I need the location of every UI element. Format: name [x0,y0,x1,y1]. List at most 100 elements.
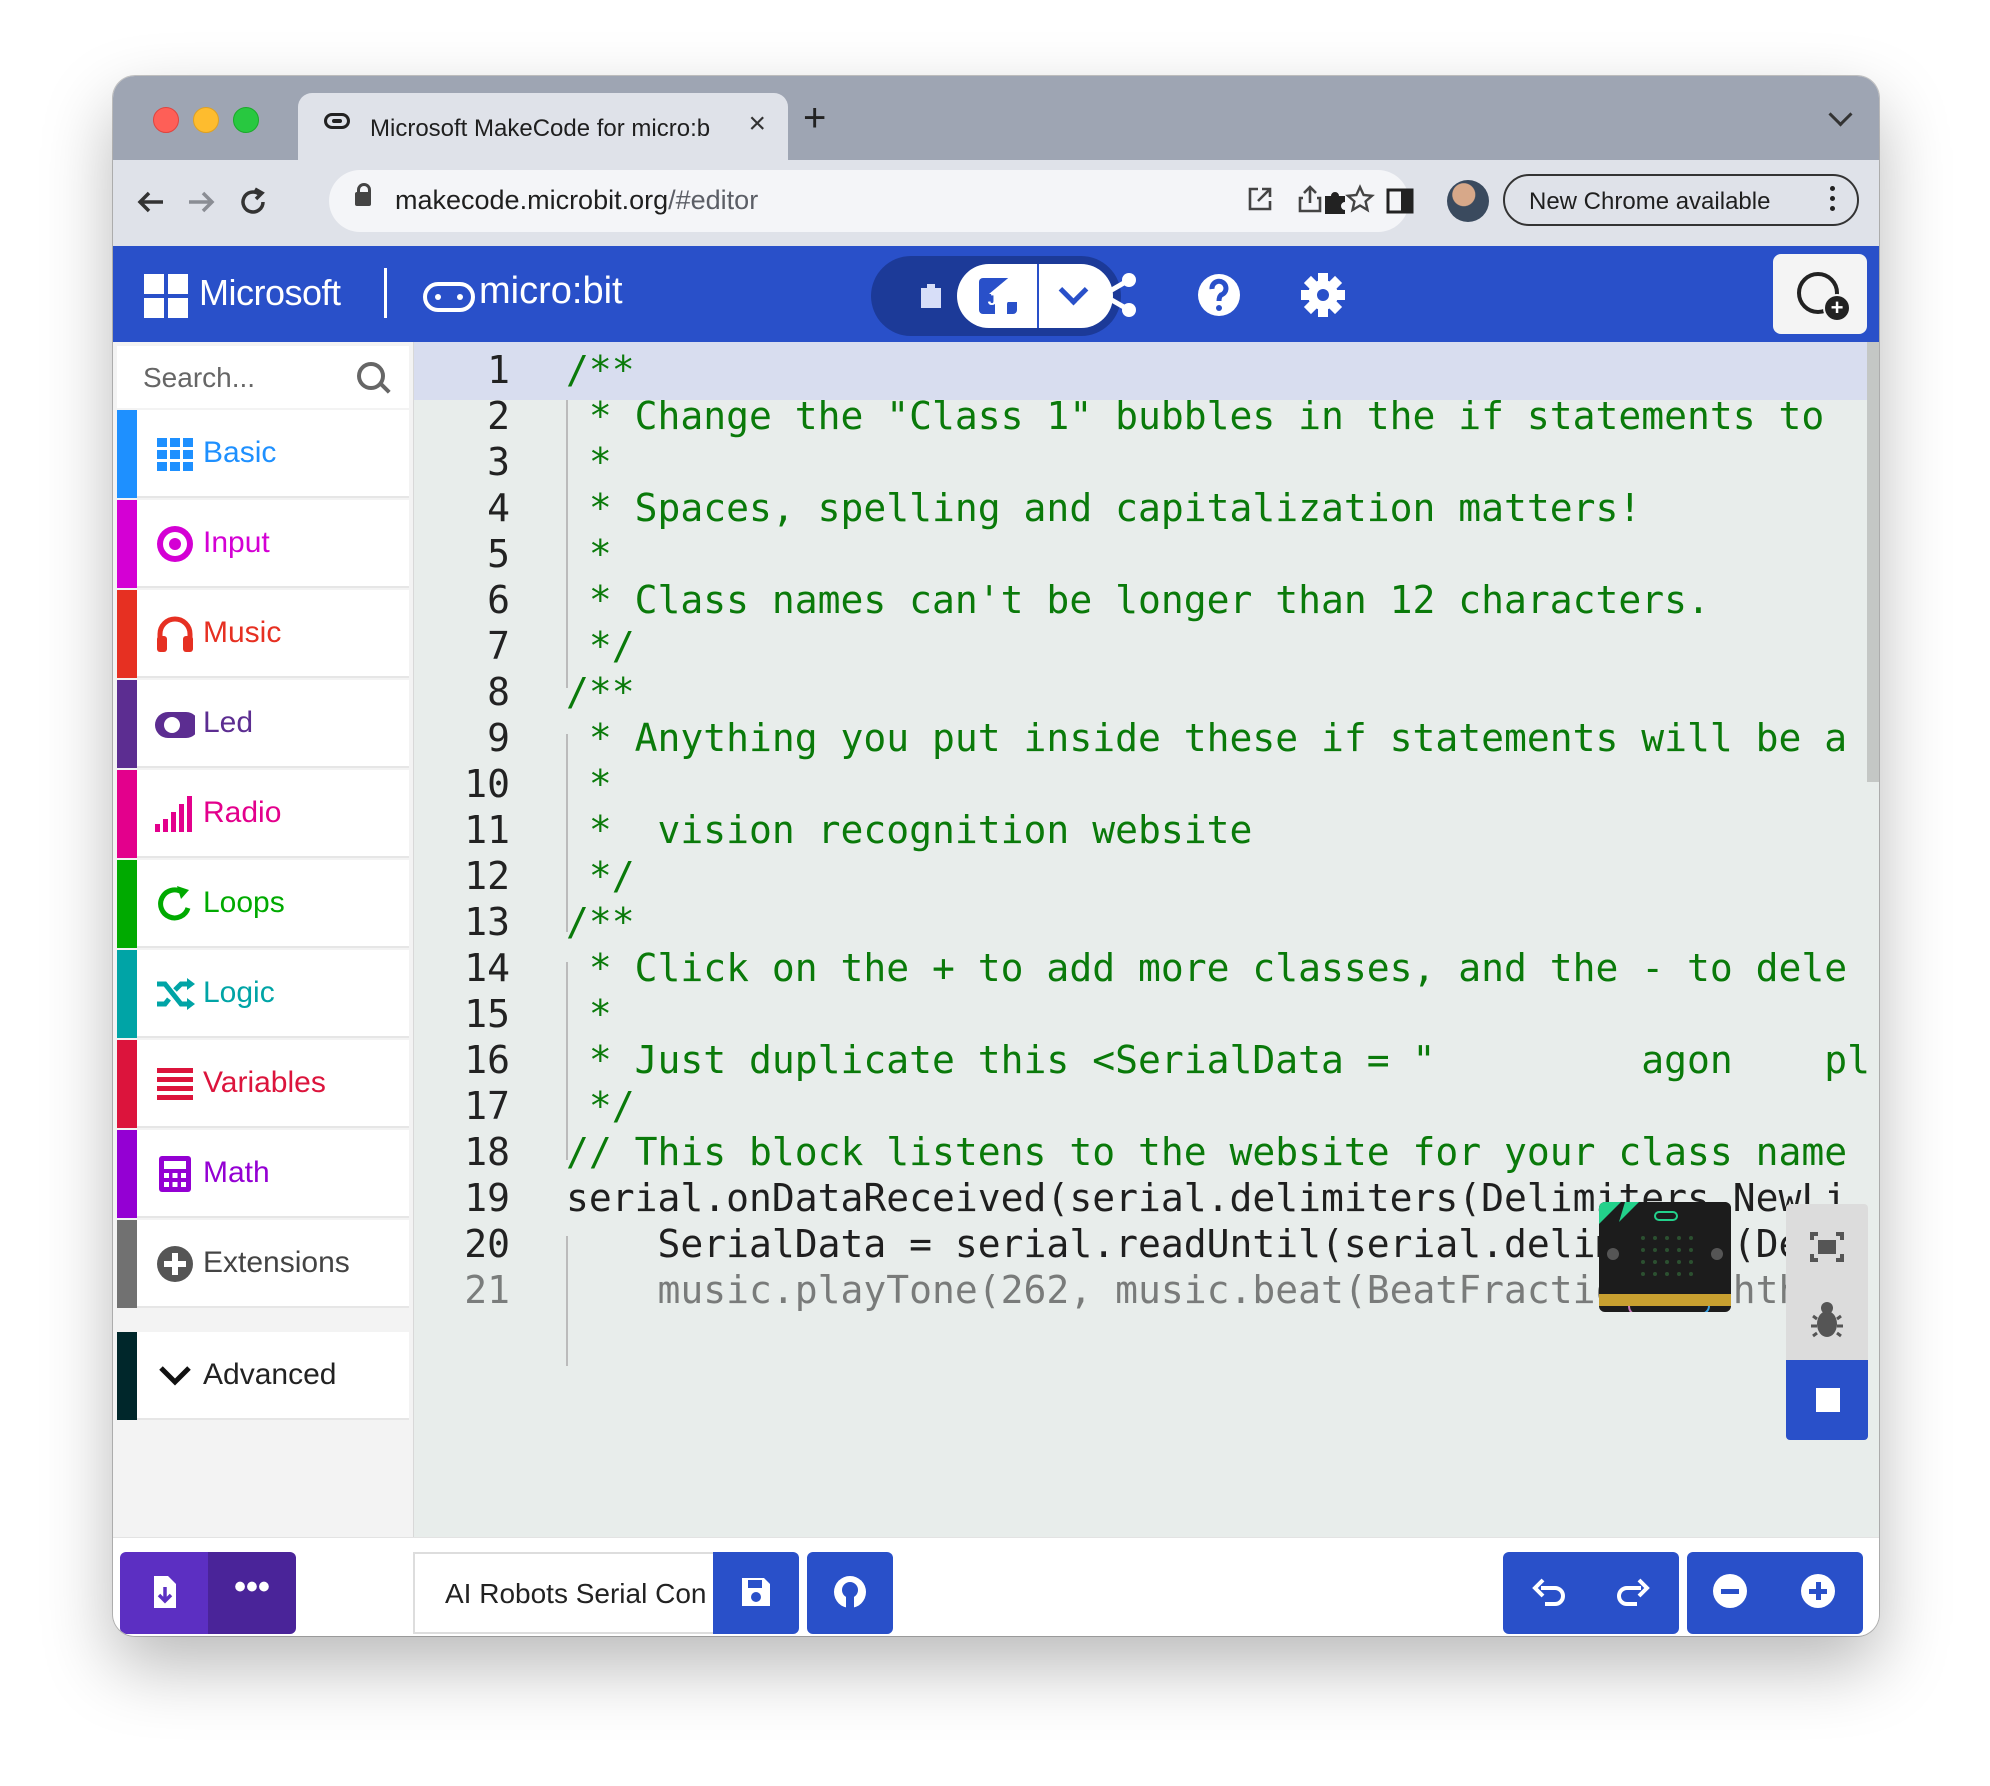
chevron-down-icon [159,1366,191,1386]
category-label: Advanced [203,1358,337,1391]
category-color-bar [117,500,137,588]
user-account-button[interactable]: + [1773,254,1867,334]
profile-avatar[interactable] [1447,180,1489,222]
minimize-window-button[interactable] [193,107,219,133]
undo-icon[interactable] [1529,1572,1569,1612]
grid-icon [157,438,193,471]
toggle-icon [155,712,195,738]
tab-strip: Microsoft MakeCode for micro:bit × + [113,76,1879,160]
settings-gear-icon[interactable] [1295,270,1351,320]
open-in-app-icon[interactable] [1245,184,1275,214]
category-color-bar [117,680,137,768]
tab-search-chevron-icon[interactable] [1828,102,1853,127]
maximize-window-button[interactable] [233,107,259,133]
tab-close-icon[interactable]: × [748,109,766,139]
category-color-bar [117,1130,137,1218]
more-options-button[interactable]: ••• [208,1552,296,1634]
microbit-favicon-icon [324,113,350,129]
toolbox-category-extensions[interactable]: Extensions [117,1220,409,1308]
url-text[interactable]: makecode.microbit.org/#editor [395,185,758,216]
toolbox-category-music[interactable]: Music [117,590,409,678]
browser-window: Microsoft MakeCode for micro:bit × + mak… [113,76,1879,1636]
toolbox: Search... Basic Input Music Led Radio Lo… [113,342,414,1537]
search-icon[interactable] [357,362,385,390]
category-color-bar [117,950,137,1038]
category-color-bar [117,590,137,678]
toolbox-category-math[interactable]: Math [117,1130,409,1218]
stop-simulator-button[interactable] [1786,1360,1868,1440]
toolbox-search-input[interactable]: Search... [117,346,409,408]
zoom-out-icon[interactable] [1713,1574,1747,1608]
extensions-puzzle-icon[interactable] [1319,186,1351,218]
home-icon[interactable] [985,270,1041,320]
simulator-controls [1786,1204,1868,1440]
category-color-bar [117,410,137,498]
category-label: Math [203,1156,270,1189]
save-button[interactable] [713,1552,799,1634]
redo-icon[interactable] [1613,1572,1653,1612]
address-bar[interactable]: makecode.microbit.org/#editor [329,170,1409,232]
category-color-bar [117,1040,137,1128]
close-window-button[interactable] [153,107,179,133]
zoom-in-icon[interactable] [1801,1574,1835,1608]
calculator-icon [159,1156,191,1192]
new-chrome-available-button[interactable]: New Chrome available [1503,174,1859,226]
add-user-icon: + [1823,294,1851,322]
toolbox-category-radio[interactable]: Radio [117,770,409,858]
github-icon [834,1576,866,1608]
search-placeholder: Search... [143,362,256,393]
lock-icon[interactable] [355,183,371,206]
share-icon[interactable] [1089,270,1145,320]
code-editor[interactable]: 1/** 2 * Change the "Class 1" bubbles in… [414,342,1879,1537]
browser-toolbar: makecode.microbit.org/#editor New Chrome… [113,160,1879,246]
debug-bug-icon[interactable] [1786,1284,1868,1358]
headphones-icon [157,616,193,652]
toolbox-category-led[interactable]: Led [117,680,409,768]
toolbox-category-basic[interactable]: Basic [117,410,409,498]
chrome-menu-icon[interactable] [1830,186,1835,191]
project-name-value: AI Robots Serial Connection [445,1578,705,1609]
plus-circle-icon [157,1246,193,1282]
radio-button-icon [157,526,193,562]
fullscreen-icon[interactable] [1786,1210,1868,1284]
category-color-bar [117,770,137,858]
category-label: Radio [203,796,282,829]
microbit-label: micro:bit [479,270,623,312]
download-file-icon [154,1576,176,1608]
new-tab-button[interactable]: + [803,98,826,138]
category-color-bar [117,1220,137,1308]
shuffle-icon [157,978,195,1010]
back-icon[interactable] [135,186,167,218]
toolbox-category-variables[interactable]: Variables [117,1040,409,1128]
category-label: Input [203,526,270,559]
side-panel-icon[interactable] [1385,186,1415,216]
category-label: Logic [203,976,275,1009]
save-disk-icon [742,1578,770,1606]
category-label: Basic [203,436,277,469]
toolbox-category-logic[interactable]: Logic [117,950,409,1038]
reload-icon[interactable] [237,186,269,218]
forward-icon[interactable] [185,186,217,218]
microbit-simulator-board[interactable] [1599,1202,1731,1312]
category-label: Variables [203,1066,326,1099]
download-button[interactable] [120,1552,208,1634]
microsoft-label: Microsoft [199,272,341,313]
project-name-input[interactable]: AI Robots Serial Connection [413,1552,713,1634]
microsoft-logo-icon [144,274,188,318]
category-label: Loops [203,886,285,919]
category-color-bar [117,1332,137,1420]
chevron-down-icon[interactable] [1058,275,1089,306]
toolbox-category-loops[interactable]: Loops [117,860,409,948]
undo-redo-group [1503,1552,1679,1634]
editor-scrollbar[interactable] [1867,342,1879,782]
browser-tab[interactable]: Microsoft MakeCode for micro:bit × [298,93,788,160]
header-divider [384,268,387,318]
signal-bars-icon [155,796,192,832]
github-button[interactable] [807,1552,893,1634]
help-icon[interactable] [1191,270,1247,320]
tab-title: Microsoft MakeCode for micro:bit [370,115,710,142]
refresh-loop-icon [158,886,191,921]
toolbox-category-advanced[interactable]: Advanced [117,1332,409,1420]
toolbox-category-input[interactable]: Input [117,500,409,588]
microbit-logo-icon [423,282,475,312]
